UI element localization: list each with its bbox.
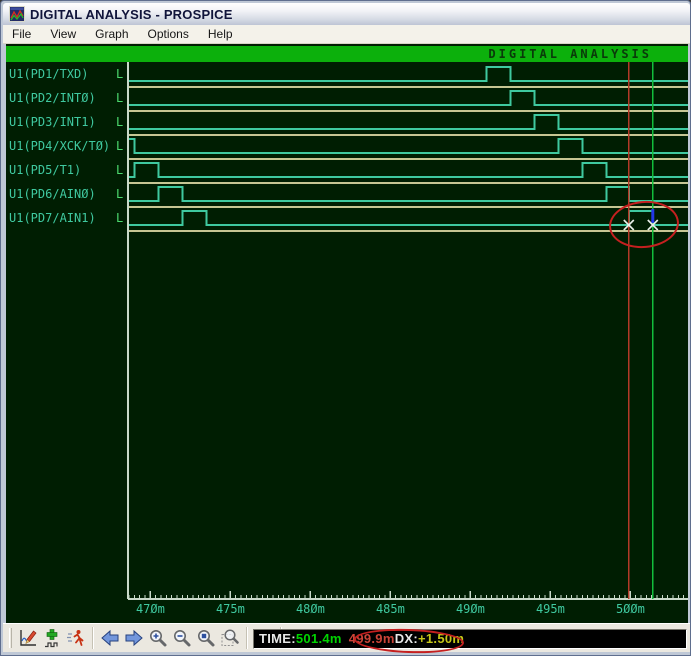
toolbar: i TIME:501.4m499.9mDX:+1.50m	[3, 623, 690, 652]
channel-label: U1(PD5/T1)	[9, 163, 81, 177]
channel-label: U1(PD4/XCK/TØ)	[9, 139, 110, 153]
channel-trace	[128, 90, 688, 106]
channel-trace	[128, 114, 688, 130]
zoom-area-icon	[221, 629, 239, 646]
edit-graph-button[interactable]	[16, 626, 40, 650]
channel-state: L	[116, 211, 123, 225]
x-tick-label: 485m	[376, 602, 405, 616]
channel-state: L	[116, 139, 123, 153]
channel-state: L	[116, 187, 123, 201]
zoom-full-button[interactable]	[194, 626, 218, 650]
zoom-in-icon	[150, 630, 167, 647]
channel-trace	[128, 186, 688, 202]
prospice-window: DIGITAL ANALYSIS - PROSPICE File View Gr…	[0, 0, 691, 656]
x-tick-label: 495m	[536, 602, 565, 616]
menu-options[interactable]: Options	[139, 25, 199, 44]
x-tick-label: 47Øm	[136, 602, 165, 616]
dx-value: +1.50m	[418, 631, 465, 646]
window-title: DIGITAL ANALYSIS - PROSPICE	[30, 6, 233, 22]
cursor-readout: TIME:501.4m 499.9mDX:+1.50m	[253, 629, 687, 649]
channel-label: U1(PD6/AINØ)	[9, 187, 96, 201]
x-tick-label: 48Øm	[296, 602, 325, 616]
menubar: File View Graph Options Help	[3, 25, 690, 44]
zoom-out-icon	[174, 630, 191, 647]
toolbar-separator	[246, 627, 248, 649]
channel-state: L	[116, 67, 123, 81]
app-icon	[9, 6, 25, 22]
channel-state: L	[116, 163, 123, 177]
add-trace-button[interactable]	[40, 626, 64, 650]
next-button[interactable]	[122, 626, 146, 650]
timing-plot[interactable]: U1(PD1/TXD) L U1(PD2/INTØ) L U1(PD3/INT1) L U1…	[6, 44, 688, 623]
zoom-in-button[interactable]	[146, 626, 170, 650]
reference-time-value: 499.9m	[348, 631, 395, 646]
simulate-icon	[67, 630, 84, 646]
left-arrow-icon	[101, 629, 119, 647]
time-label: TIME:	[259, 631, 296, 646]
menu-graph[interactable]: Graph	[86, 25, 138, 44]
channel-trace	[128, 210, 688, 226]
toolbar-grip[interactable]	[9, 628, 12, 648]
menu-view[interactable]: View	[41, 25, 86, 44]
channel-trace	[128, 138, 688, 154]
channel-trace	[128, 66, 688, 82]
channel-state: L	[116, 91, 123, 105]
edit-graph-icon	[20, 630, 37, 646]
channel-label: U1(PD1/TXD)	[9, 67, 88, 81]
menu-help[interactable]: Help	[199, 25, 243, 44]
dx-label: DX:	[394, 631, 418, 646]
add-trace-icon	[45, 629, 58, 648]
zoom-area-button[interactable]	[218, 626, 242, 650]
x-tick-label: 49Øm	[456, 602, 485, 616]
simulate-button[interactable]	[64, 626, 88, 650]
channel-label: U1(PD3/INT1)	[9, 115, 96, 129]
previous-button[interactable]	[98, 626, 122, 650]
graph-area: DIGITAL ANALYSIS U1(PD1/TXD) L U1(PD2/INTØ…	[6, 44, 688, 623]
channel-trace	[128, 162, 688, 178]
titlebar[interactable]: DIGITAL ANALYSIS - PROSPICE	[3, 3, 690, 25]
zoom-out-button[interactable]	[170, 626, 194, 650]
menu-file[interactable]: File	[3, 25, 41, 44]
channel-label: U1(PD7/AIN1)	[9, 211, 96, 225]
x-tick-label: 5ØØm	[616, 602, 645, 616]
cursor-time-value: 501.4m	[295, 631, 342, 646]
right-arrow-icon	[125, 629, 143, 647]
toolbar-separator	[92, 627, 94, 649]
zoom-full-icon	[198, 630, 215, 647]
channel-state: L	[116, 115, 123, 129]
x-tick-label: 475m	[216, 602, 245, 616]
channel-label: U1(PD2/INTØ)	[9, 91, 96, 105]
